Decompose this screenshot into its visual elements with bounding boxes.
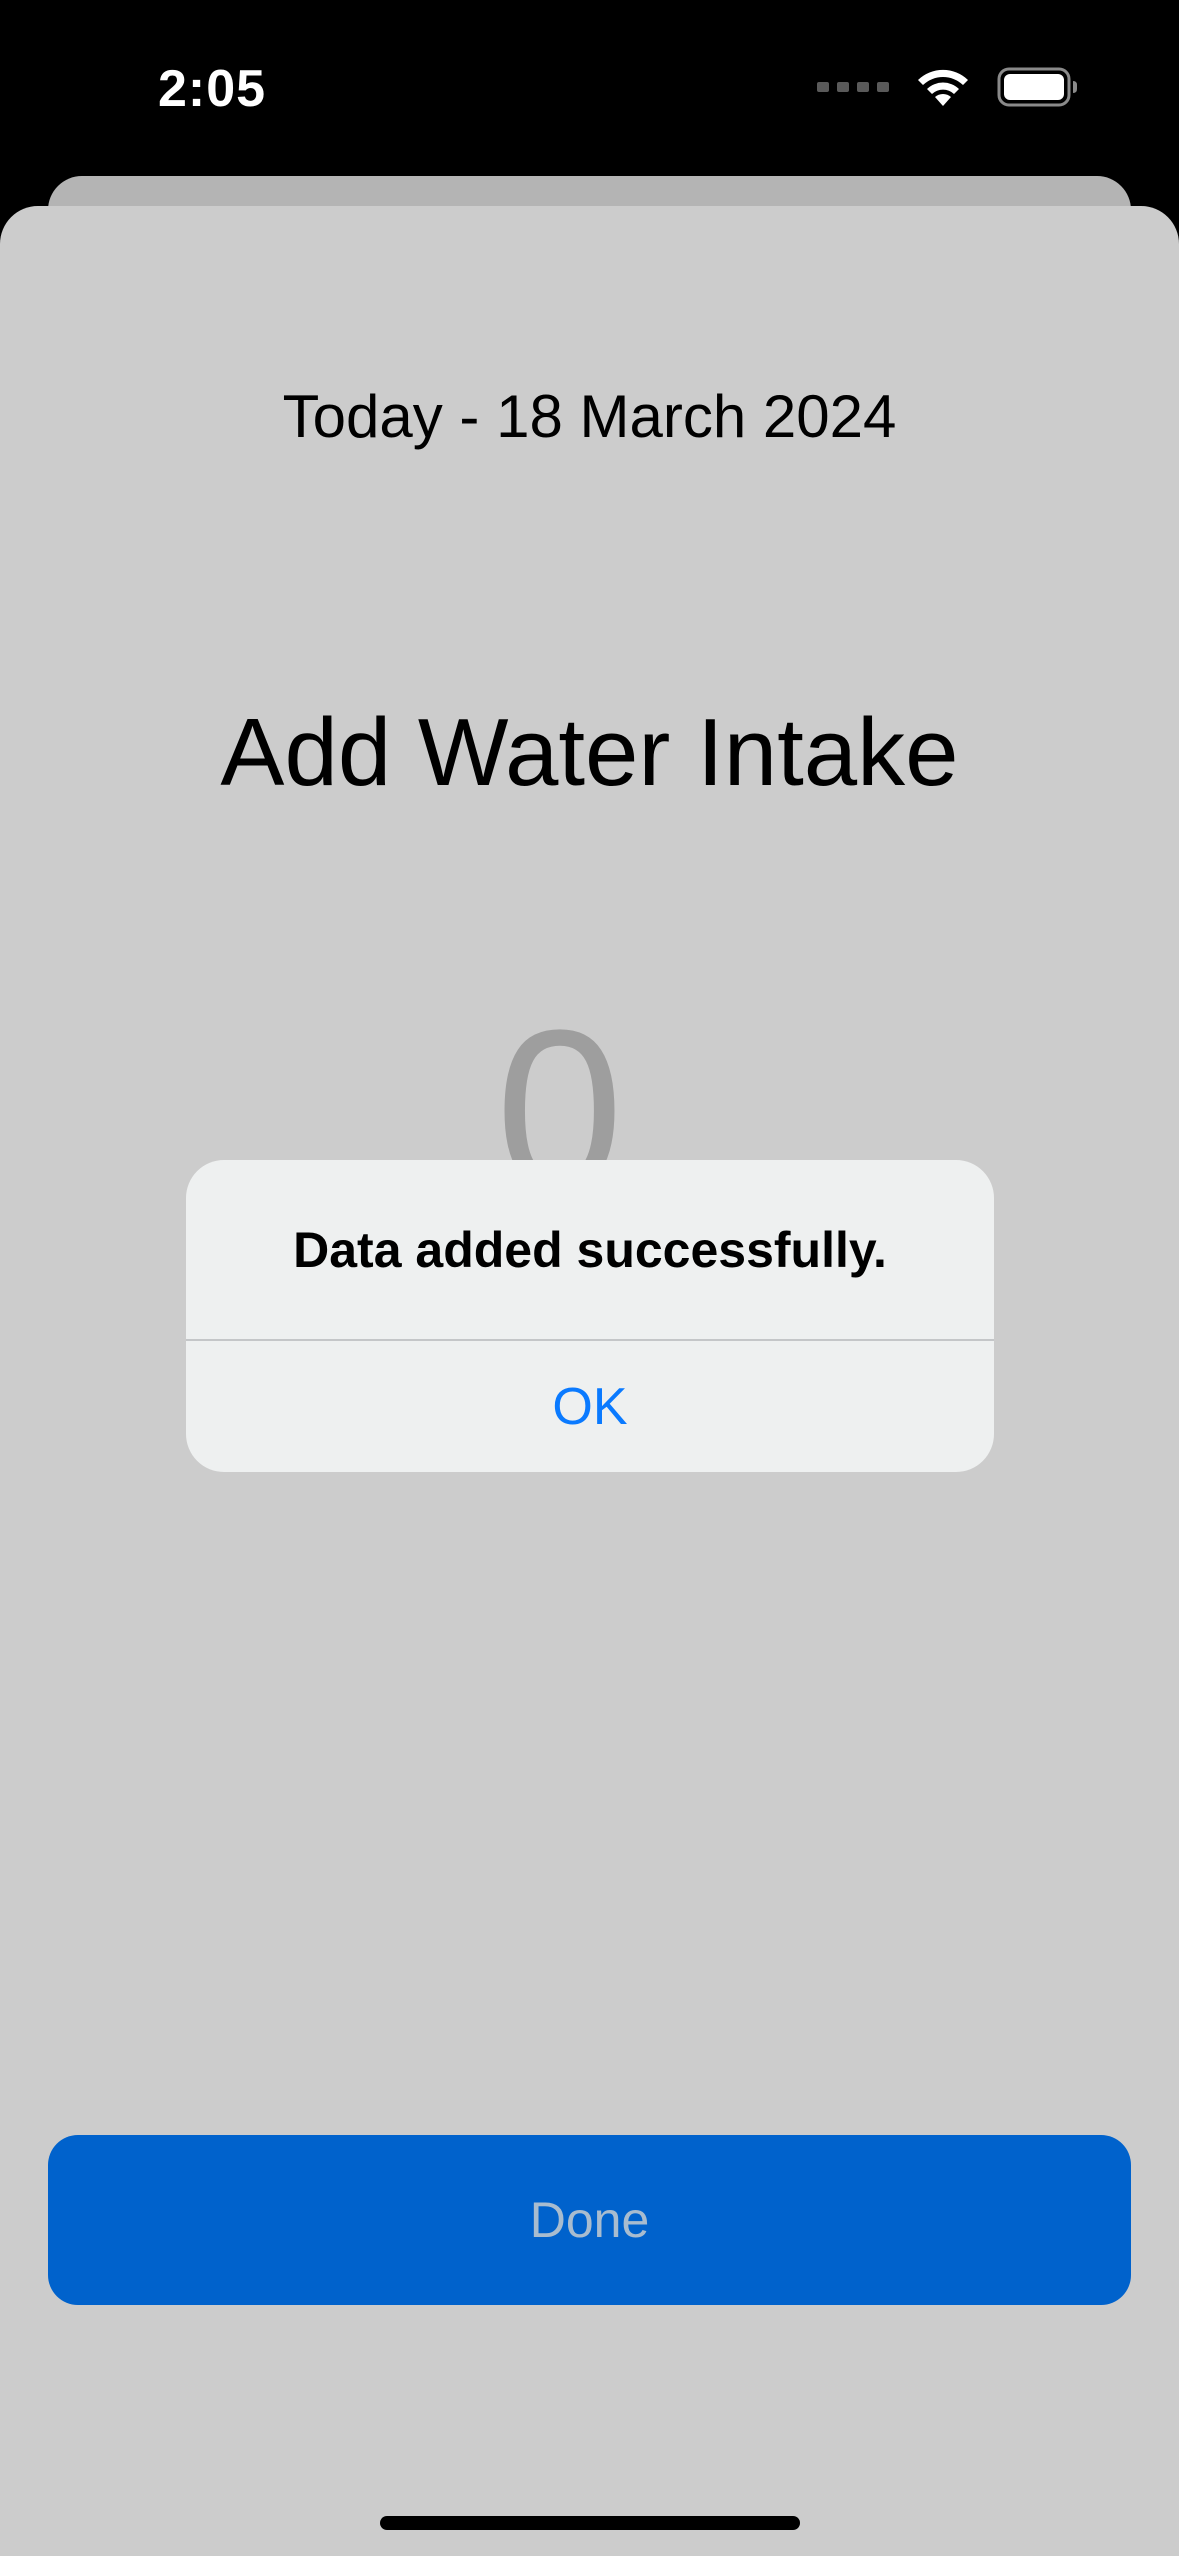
- status-icons: [817, 62, 1079, 112]
- home-indicator[interactable]: [380, 2516, 800, 2530]
- alert-ok-button[interactable]: OK: [186, 1341, 994, 1472]
- done-button[interactable]: Done: [48, 2135, 1131, 2305]
- alert-message: Data added successfully.: [293, 1221, 887, 1278]
- success-alert: Data added successfully. OK: [186, 1160, 994, 1472]
- battery-icon: [997, 67, 1079, 107]
- cellular-signal-icon: [817, 82, 889, 92]
- page-title: Add Water Intake: [220, 699, 959, 806]
- status-time: 2:05: [158, 60, 267, 118]
- screen: 2:05 Today - 18 March 2024 Add Water Int…: [0, 0, 1179, 2556]
- wifi-icon: [915, 66, 971, 108]
- date-label: Today - 18 March 2024: [282, 383, 897, 450]
